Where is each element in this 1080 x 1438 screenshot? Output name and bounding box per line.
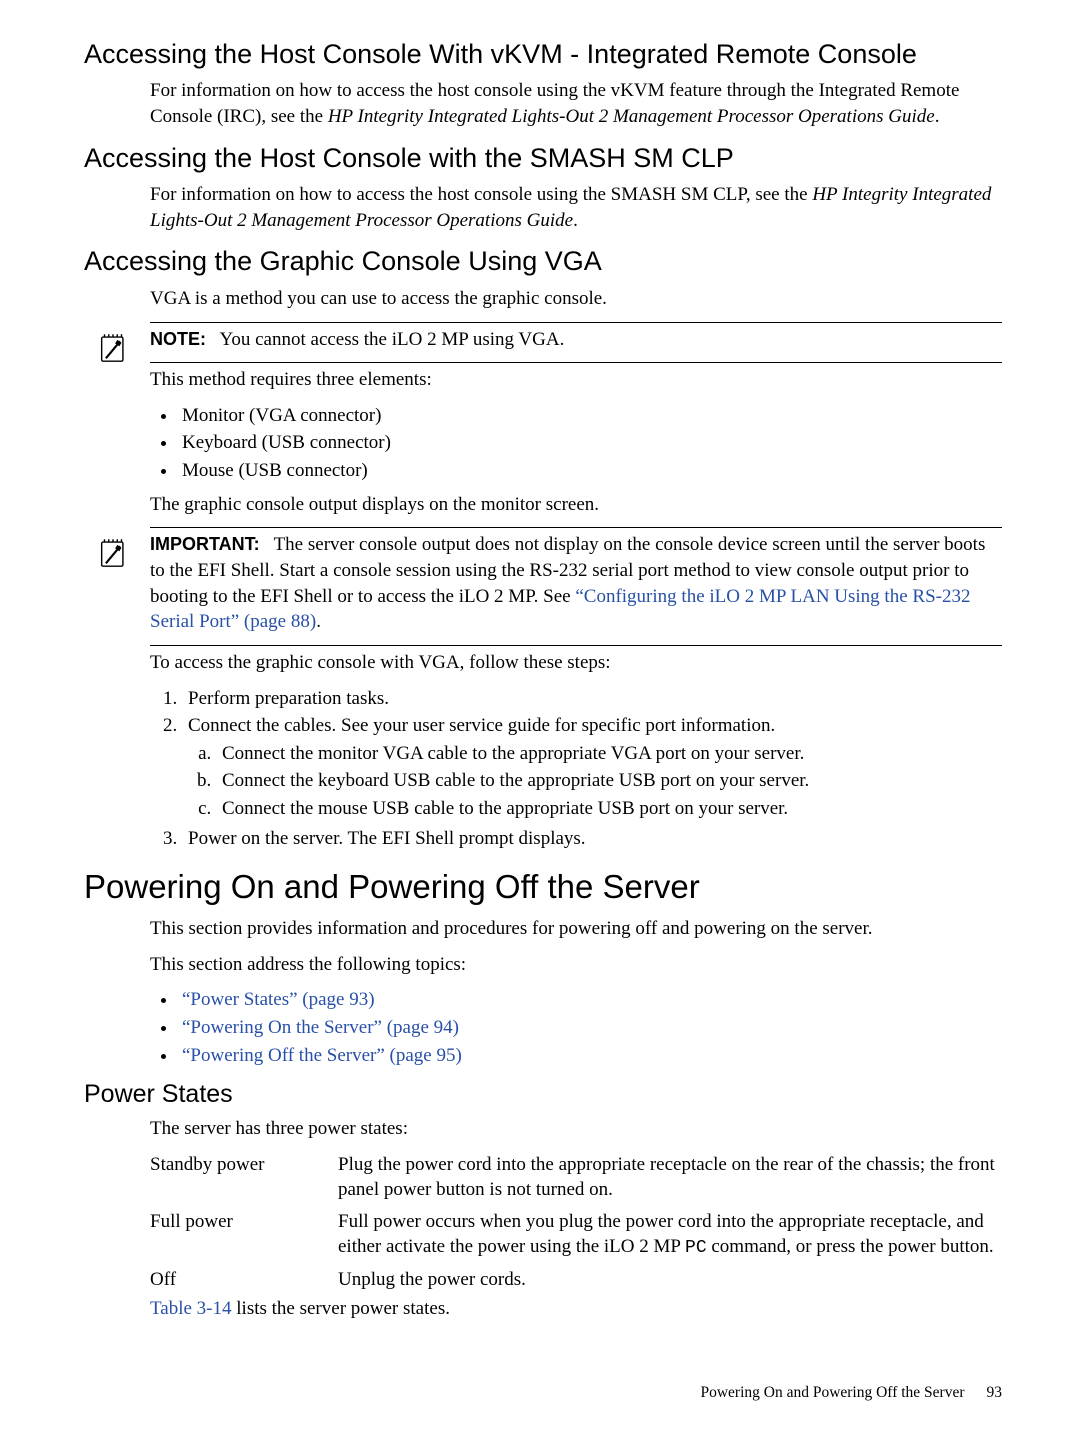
step-item: Perform preparation tasks. [182, 686, 1002, 712]
heading-access-smash: Accessing the Host Console with the SMAS… [84, 140, 1002, 176]
step-item: Connect the cables. See your user servic… [182, 713, 1002, 822]
note-line: NOTE: You cannot access the iLO 2 MP usi… [150, 327, 1002, 353]
important-para: IMPORTANT: The server console output doe… [150, 532, 1002, 635]
para-power-intro1: This section provides information and pr… [150, 916, 1002, 942]
desc-standby: Plug the power cord into the appropriate… [338, 1152, 1002, 1203]
important-label: IMPORTANT: [150, 534, 260, 554]
note-text: You cannot access the iLO 2 MP using VGA… [220, 329, 565, 350]
para-states-intro: The server has three power states: [150, 1116, 1002, 1142]
text: For information on how to access the hos… [150, 184, 812, 205]
list-item: Monitor (VGA connector) [178, 403, 1002, 429]
para-vga-intro: VGA is a method you can use to access th… [150, 286, 1002, 312]
heading-access-vkvm: Accessing the Host Console With vKVM - I… [84, 36, 1002, 72]
list-item: “Powering Off the Server” (page 95) [178, 1043, 1002, 1069]
mono-pc: PC [685, 1238, 707, 1258]
output-line: The graphic console output displays on t… [150, 492, 1002, 518]
list-item: Keyboard (USB connector) [178, 430, 1002, 456]
text-tail: . [935, 106, 940, 127]
desc-full: Full power occurs when you plug the powe… [338, 1209, 1002, 1261]
para-smash: For information on how to access the hos… [150, 182, 1002, 233]
para-power-intro2: This section address the following topic… [150, 952, 1002, 978]
substep-item: Connect the keyboard USB cable to the ap… [216, 768, 1002, 794]
text-tail: lists the server power states. [232, 1298, 450, 1319]
page-number: 93 [987, 1384, 1003, 1401]
term-off: Off [150, 1267, 332, 1293]
topics-list: “Power States” (page 93) “Powering On th… [150, 987, 1002, 1068]
doc-title: HP Integrity Integrated Lights-Out 2 Man… [328, 106, 935, 127]
footer-title: Powering On and Powering Off the Server [700, 1384, 964, 1401]
page-footer: Powering On and Powering Off the Server 9… [700, 1383, 1002, 1404]
substeps-list: Connect the monitor VGA cable to the app… [188, 741, 1002, 822]
step-item: Power on the server. The EFI Shell promp… [182, 826, 1002, 852]
text-b: command, or press the power button. [707, 1236, 994, 1257]
link-power-off[interactable]: “Powering Off the Server” (page 95) [182, 1045, 462, 1066]
text-tail: . [316, 611, 321, 632]
heading-power-states: Power States [84, 1078, 1002, 1112]
important-block: IMPORTANT: The server console output doe… [150, 527, 1002, 851]
substep-item: Connect the monitor VGA cable to the app… [216, 741, 1002, 767]
divider [150, 527, 1002, 528]
requires-line: This method requires three elements: [150, 367, 1002, 393]
list-item: “Powering On the Server” (page 94) [178, 1015, 1002, 1041]
divider [150, 362, 1002, 363]
list-item: “Power States” (page 93) [178, 987, 1002, 1013]
link-power-on[interactable]: “Powering On the Server” (page 94) [182, 1017, 459, 1038]
term-full: Full power [150, 1209, 332, 1261]
term-standby: Standby power [150, 1152, 332, 1203]
heading-access-vga: Accessing the Graphic Console Using VGA [84, 243, 1002, 279]
step-text: Connect the cables. See your user servic… [188, 715, 775, 736]
steps-list: Perform preparation tasks. Connect the c… [150, 686, 1002, 852]
power-states-list: Standby power Plug the power cord into t… [150, 1152, 1002, 1293]
para-vkvm: For information on how to access the hos… [150, 78, 1002, 129]
text-tail: . [573, 210, 578, 231]
note-block: NOTE: You cannot access the iLO 2 MP usi… [150, 322, 1002, 518]
link-table[interactable]: Table 3-14 [150, 1298, 232, 1319]
desc-off: Unplug the power cords. [338, 1267, 1002, 1293]
note-label: NOTE: [150, 329, 206, 349]
steps-intro: To access the graphic console with VGA, … [150, 650, 1002, 676]
table-ref: Table 3-14 lists the server power states… [150, 1296, 1002, 1322]
heading-powering: Powering On and Powering Off the Server [84, 865, 1002, 910]
note-icon [96, 330, 130, 364]
important-icon [96, 535, 130, 569]
divider [150, 322, 1002, 323]
link-power-states[interactable]: “Power States” (page 93) [182, 989, 375, 1010]
divider [150, 645, 1002, 646]
requirements-list: Monitor (VGA connector) Keyboard (USB co… [150, 403, 1002, 484]
substep-item: Connect the mouse USB cable to the appro… [216, 796, 1002, 822]
list-item: Mouse (USB connector) [178, 458, 1002, 484]
